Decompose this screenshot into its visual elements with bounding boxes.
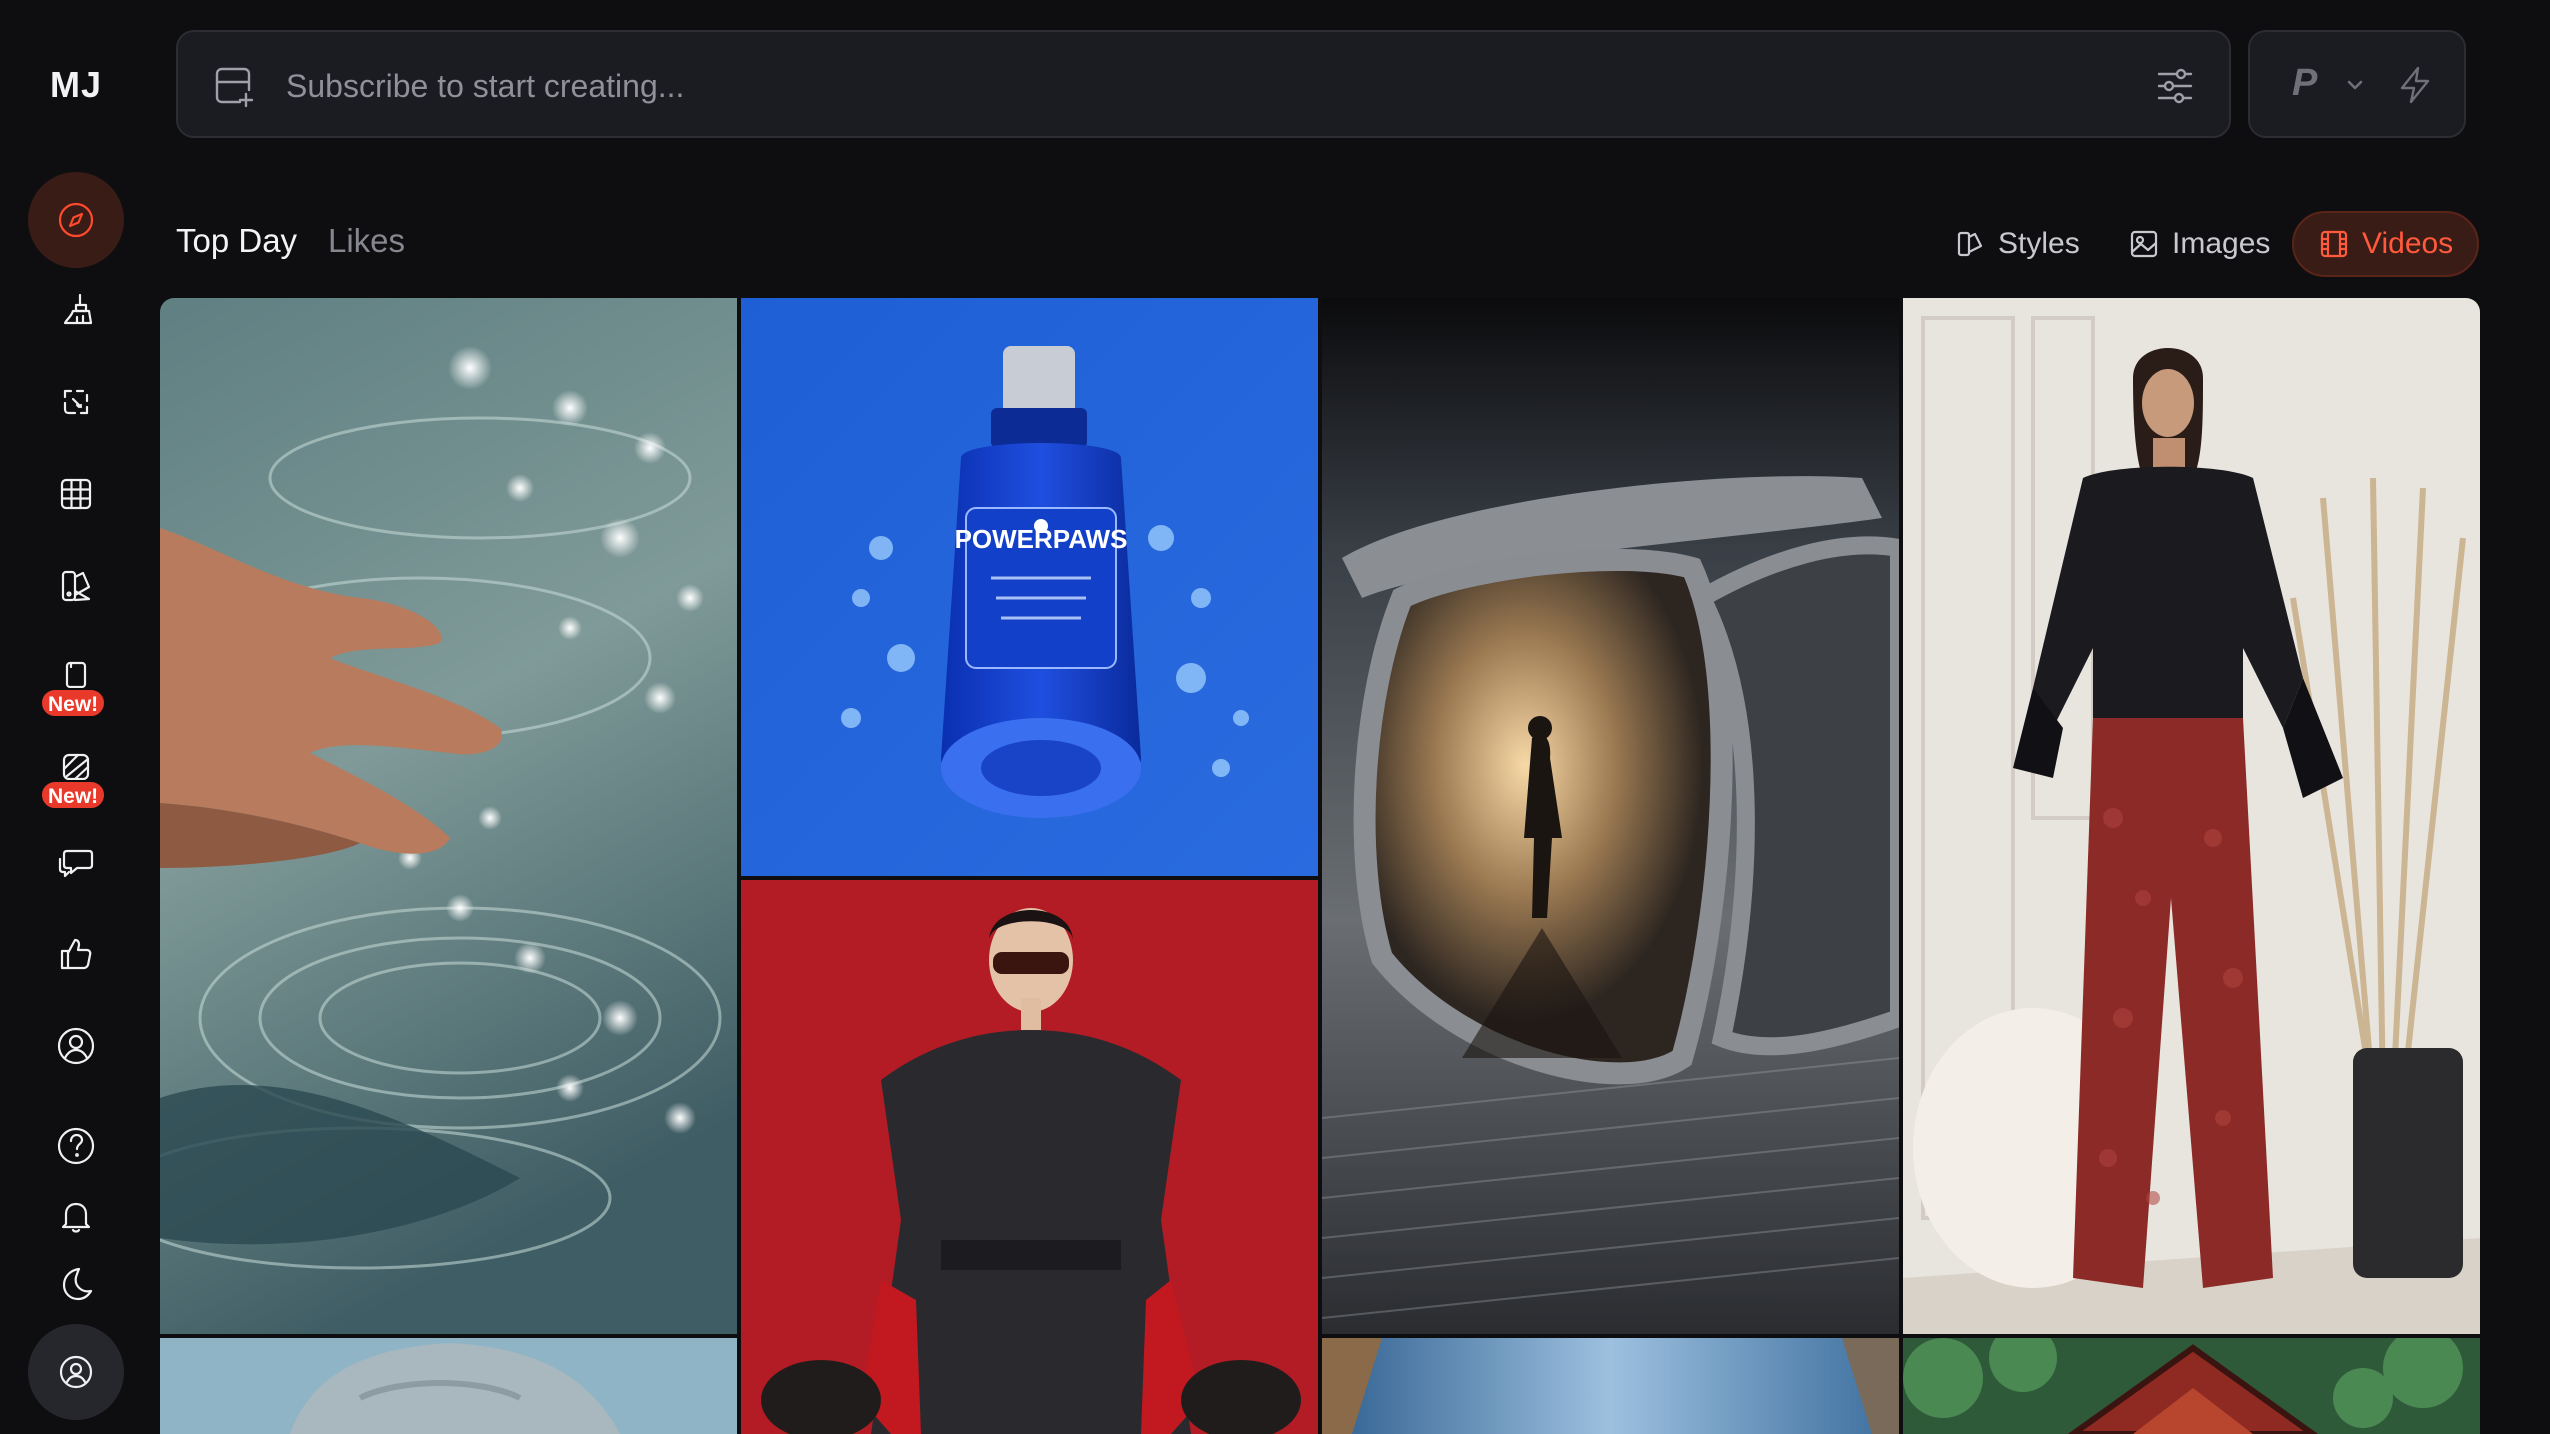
- gallery-item-water-hands[interactable]: [160, 298, 737, 1334]
- filter-label: Videos: [2362, 227, 2454, 260]
- bolt-icon[interactable]: [2392, 62, 2438, 108]
- sidebar-item-moodboards[interactable]: New!: [28, 630, 124, 726]
- new-badge: New!: [40, 688, 107, 718]
- mode-letter: P: [2292, 62, 2318, 104]
- sidebar-item-likes[interactable]: [28, 906, 124, 1002]
- gallery-item-sky[interactable]: [1322, 1338, 1899, 1434]
- settings-sliders-icon[interactable]: [2151, 62, 2199, 110]
- image-icon: [2130, 230, 2158, 258]
- add-image-icon[interactable]: [210, 62, 258, 110]
- paintbrush-icon: [63, 293, 93, 325]
- gallery-item-fashion-lace[interactable]: [1903, 298, 2480, 1334]
- new-badge: New!: [40, 780, 107, 810]
- tab-top-day[interactable]: Top Day: [176, 222, 297, 260]
- gallery-item-barn[interactable]: [1903, 1338, 2480, 1434]
- moon-icon: [62, 1267, 93, 1301]
- sidebar-item-explore[interactable]: [28, 172, 124, 268]
- film-icon: [2320, 230, 2348, 258]
- sidebar-item-account[interactable]: [28, 1324, 124, 1420]
- sidebar: MJ New! New!: [0, 0, 152, 1434]
- sidebar-item-create[interactable]: [28, 262, 124, 358]
- sidebar-item-personalize[interactable]: [28, 538, 124, 634]
- mode-selector[interactable]: P: [2248, 30, 2466, 138]
- sidebar-item-draft[interactable]: New!: [28, 722, 124, 818]
- sidebar-item-profile[interactable]: [28, 998, 124, 1094]
- tab-likes[interactable]: Likes: [328, 222, 405, 260]
- bell-icon: [61, 1202, 91, 1233]
- user-circle-icon: [57, 1027, 95, 1065]
- sidebar-item-chat[interactable]: [28, 814, 124, 910]
- filter-images-button[interactable]: Images: [2104, 211, 2294, 277]
- palette-icon: [61, 570, 91, 602]
- compass-icon: [58, 202, 94, 238]
- prompt-input[interactable]: [286, 58, 1986, 114]
- edit-frame-icon: [63, 389, 89, 415]
- logo[interactable]: MJ: [0, 64, 152, 106]
- grid-icon: [60, 478, 92, 510]
- chat-bubbles-icon: [58, 849, 94, 878]
- filter-label: Styles: [1998, 227, 2080, 260]
- filter-styles-button[interactable]: Styles: [1930, 211, 2104, 277]
- gallery-item-powerpaws-bottle[interactable]: POWERPAWS: [741, 298, 1318, 876]
- sidebar-item-theme[interactable]: [28, 1236, 124, 1332]
- chevron-down-icon: [2342, 72, 2368, 98]
- account-icon: [59, 1355, 93, 1389]
- sidebar-item-organize[interactable]: [28, 446, 124, 542]
- question-icon: [57, 1127, 95, 1165]
- filter-videos-button[interactable]: Videos: [2292, 211, 2480, 277]
- prompt-bar: [176, 30, 2231, 138]
- app-root: MJ New! New! Subscribe to start creating…: [0, 0, 2550, 1434]
- gallery-item-stone-sculpture[interactable]: [160, 1338, 737, 1434]
- gallery-item-sunglasses[interactable]: [1322, 298, 1899, 1334]
- filter-label: Images: [2172, 227, 2271, 260]
- styles-icon: [1957, 231, 1983, 257]
- gallery-item-fashion-red[interactable]: [741, 880, 1318, 1434]
- sidebar-item-edit[interactable]: [28, 354, 124, 450]
- thumbs-up-icon: [60, 938, 92, 970]
